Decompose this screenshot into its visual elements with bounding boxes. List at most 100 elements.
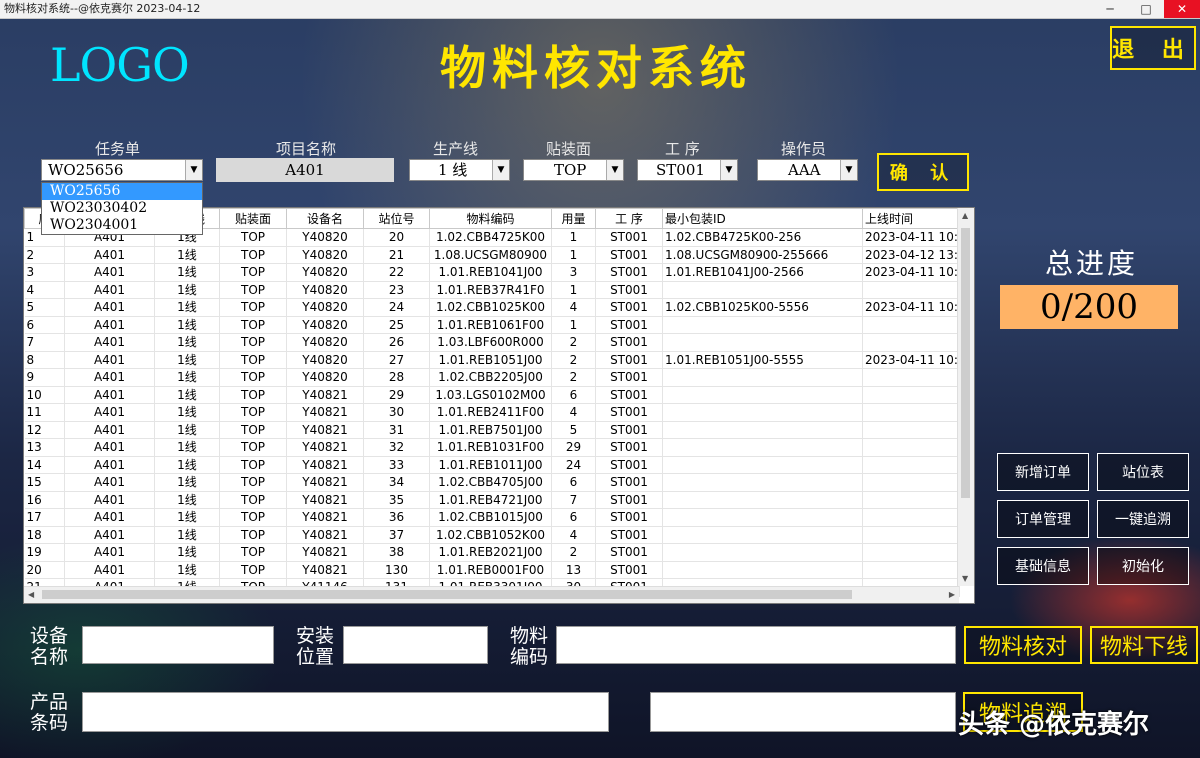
confirm-button[interactable]: 确 认: [877, 153, 969, 191]
side-label: 贴装面: [546, 140, 592, 158]
table-row[interactable]: 14 A401 1线 TOP Y40821 33 1.01.REB1011J00 24 ST00…: [24, 456, 960, 474]
chevron-down-icon[interactable]: ▼: [720, 160, 737, 180]
table-cell: 2023-04-12 13:3: [862, 246, 960, 264]
station-table-button[interactable]: 站位表: [1097, 453, 1189, 491]
table-row[interactable]: 5 A401 1线 TOP Y40820 24 1.02.CBB1025K00 4 ST001 1…: [24, 298, 960, 317]
column-header[interactable]: 设备名: [286, 208, 364, 229]
trace-button[interactable]: 一键追溯: [1097, 500, 1189, 538]
task-select[interactable]: WO25656 ▼: [41, 159, 203, 181]
line-select[interactable]: 1 线 ▼: [409, 159, 510, 181]
task-select-value: WO25656: [48, 161, 124, 179]
table-cell: 6: [551, 508, 596, 527]
table-row[interactable]: 19 A401 1线 TOP Y40821 38 1.01.REB2021J00 2 ST001: [24, 543, 960, 562]
table-row[interactable]: 18 A401 1线 TOP Y40821 37 1.02.CBB1052K00 4 ST001: [24, 526, 960, 544]
table-row[interactable]: 12 A401 1线 TOP Y40821 31 1.01.REB7501J00 5 ST001: [24, 421, 960, 439]
table-cell: [862, 508, 960, 527]
position-input[interactable]: [343, 626, 488, 664]
new-order-button[interactable]: 新增订单: [997, 453, 1089, 491]
scroll-down-icon[interactable]: ▼: [962, 574, 968, 583]
chevron-down-icon[interactable]: ▼: [840, 160, 857, 180]
table-row[interactable]: 2 A401 1线 TOP Y40820 21 1.08.UCSGM80900 1 ST001 1…: [24, 246, 960, 264]
table-cell: TOP: [219, 281, 287, 299]
column-header[interactable]: 上线时间: [862, 208, 960, 229]
material-code-input[interactable]: [556, 626, 956, 664]
horizontal-scrollbar[interactable]: ◀ ▶: [24, 586, 959, 603]
table-row[interactable]: 8 A401 1线 TOP Y40820 27 1.01.REB1051J00 2 ST001 1…: [24, 351, 960, 369]
table-cell: Y40820: [286, 263, 364, 282]
logo: LOGO: [50, 38, 190, 92]
column-header[interactable]: 贴装面: [219, 208, 287, 229]
chevron-down-icon[interactable]: ▼: [492, 160, 509, 180]
scroll-right-icon[interactable]: ▶: [949, 590, 955, 599]
table-cell: [662, 421, 863, 439]
side-select[interactable]: TOP ▼: [523, 159, 624, 181]
table-cell: 24: [363, 298, 430, 317]
table-row[interactable]: 3 A401 1线 TOP Y40820 22 1.01.REB1041J00 3 ST001 1…: [24, 263, 960, 282]
operator-select[interactable]: AAA ▼: [757, 159, 858, 181]
init-button[interactable]: 初始化: [1097, 547, 1189, 585]
table-cell: 1线: [154, 386, 220, 404]
table-row[interactable]: 4 A401 1线 TOP Y40820 23 1.01.REB37R41F0 1 ST001: [24, 281, 960, 299]
scroll-thumb[interactable]: [42, 590, 852, 599]
column-header[interactable]: 工 序: [595, 208, 663, 229]
table-cell: ST001: [595, 246, 663, 264]
table-cell: TOP: [219, 298, 287, 317]
table-row[interactable]: 6 A401 1线 TOP Y40820 25 1.01.REB1061F00 1 ST001: [24, 316, 960, 334]
table-row[interactable]: 20 A401 1线 TOP Y40821 130 1.01.REB0001F00 13 ST0…: [24, 561, 960, 579]
table-row[interactable]: 7 A401 1线 TOP Y40820 26 1.03.LBF600R000 2 ST001: [24, 333, 960, 352]
close-icon[interactable]: ✕: [1164, 0, 1200, 18]
progress-label: 总进度: [1045, 247, 1139, 280]
watermark: 头条 @依克赛尔: [958, 710, 1150, 740]
table-cell: 3: [551, 263, 596, 282]
chevron-down-icon[interactable]: ▼: [185, 160, 202, 180]
column-header[interactable]: 用量: [551, 208, 596, 229]
table-row[interactable]: 9 A401 1线 TOP Y40820 28 1.02.CBB2205J00 2 ST001: [24, 368, 960, 387]
dropdown-option[interactable]: WO2304001: [42, 217, 202, 234]
dropdown-option[interactable]: WO25656: [42, 183, 202, 200]
material-unload-button[interactable]: 物料下线: [1090, 626, 1198, 664]
table-cell: 1线: [154, 333, 220, 352]
column-header[interactable]: 最小包装ID: [662, 208, 863, 229]
table-row[interactable]: 11 A401 1线 TOP Y40821 30 1.01.REB2411F00 4 ST001: [24, 403, 960, 422]
table-row[interactable]: 10 A401 1线 TOP Y40821 29 1.03.LGS0102M00 6 ST001: [24, 386, 960, 404]
table-row[interactable]: 15 A401 1线 TOP Y40821 34 1.02.CBB4705J00 6 ST001: [24, 473, 960, 492]
trace-input[interactable]: [650, 692, 956, 732]
scroll-up-icon[interactable]: ▲: [962, 211, 968, 220]
base-info-button[interactable]: 基础信息: [997, 547, 1089, 585]
table-cell: Y40821: [286, 543, 364, 562]
table-row[interactable]: 13 A401 1线 TOP Y40821 32 1.01.REB1031F00 29 ST00…: [24, 438, 960, 457]
table-cell: [862, 386, 960, 404]
device-name-input[interactable]: [82, 626, 274, 664]
table-cell: 33: [363, 456, 430, 474]
table-cell: 1线: [154, 263, 220, 282]
table-cell: 2023-04-11 10:3: [862, 263, 960, 282]
minimize-icon[interactable]: ─: [1092, 0, 1128, 18]
column-header[interactable]: 物料编码: [429, 208, 552, 229]
table-cell: 2: [24, 246, 65, 264]
column-header[interactable]: 站位号: [363, 208, 430, 229]
vertical-scrollbar[interactable]: ▲ ▼: [957, 208, 974, 586]
table-cell: [862, 456, 960, 474]
product-code-input[interactable]: [82, 692, 609, 732]
table-cell: A401: [64, 543, 155, 562]
material-check-button[interactable]: 物料核对: [964, 626, 1082, 664]
table-cell: 1.08.UCSGM80900-255666: [662, 246, 863, 264]
exit-button[interactable]: 退 出: [1110, 26, 1196, 70]
maximize-icon[interactable]: □: [1128, 0, 1164, 18]
table-cell: ST001: [595, 386, 663, 404]
table-cell: 18: [24, 526, 65, 544]
chevron-down-icon[interactable]: ▼: [606, 160, 623, 180]
process-select[interactable]: ST001 ▼: [637, 159, 738, 181]
table-cell: 2: [551, 333, 596, 352]
table-cell: 1.01.REB1041J00-2566: [662, 263, 863, 282]
line-select-value: 1 线: [438, 161, 468, 179]
dropdown-option[interactable]: WO23030402: [42, 200, 202, 217]
order-manage-button[interactable]: 订单管理: [997, 500, 1089, 538]
table-rows: 1 A401 1线 TOP Y40820 20 1.02.CBB4725K00 1 ST001 1…: [24, 228, 960, 597]
table-row[interactable]: 16 A401 1线 TOP Y40821 35 1.01.REB4721J00 7 ST001: [24, 491, 960, 509]
table-row[interactable]: 17 A401 1线 TOP Y40821 36 1.02.CBB1015J00 6 ST001: [24, 508, 960, 527]
scroll-thumb[interactable]: [961, 228, 970, 498]
scroll-left-icon[interactable]: ◀: [28, 590, 34, 599]
table-cell: 1.02.CBB1025K00: [429, 298, 552, 317]
task-dropdown-list: WO25656 WO23030402 WO2304001: [41, 182, 203, 235]
